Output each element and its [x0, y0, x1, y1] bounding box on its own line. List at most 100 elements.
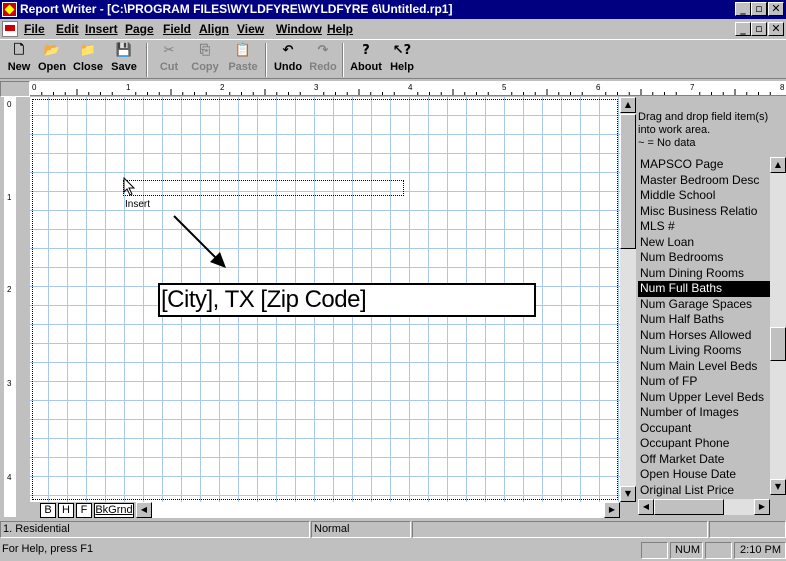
field-list-item[interactable]: Number of Images — [638, 405, 770, 421]
help-pointer-icon: ↖? — [392, 43, 412, 58]
open-button[interactable]: 📂 Open — [34, 42, 70, 78]
doc-close-button[interactable]: ✕ — [768, 22, 784, 36]
field-list-item[interactable]: MLS # — [638, 219, 770, 235]
scroll-down-icon[interactable]: ▼ — [620, 486, 636, 502]
toolbar-separator — [265, 43, 267, 77]
field-list-item[interactable]: Num Dining Rooms — [638, 266, 770, 282]
menu-field[interactable]: Field — [163, 22, 191, 36]
paste-button[interactable]: 📋 Paste — [224, 42, 262, 78]
vruler-mark-3: 3 — [7, 379, 12, 388]
minimize-button[interactable]: _ — [735, 2, 751, 16]
field-scroll-thumb[interactable] — [770, 327, 786, 361]
vertical-ruler-strip: 0 1 2 3 4 — [4, 97, 16, 517]
field-list-item[interactable]: Open House Date — [638, 467, 770, 483]
menu-file[interactable]: File — [24, 22, 45, 36]
menu-help[interactable]: Help — [327, 22, 353, 36]
insert-placeholder-box[interactable] — [123, 180, 404, 196]
ruler-mark-4: 4 — [408, 83, 413, 92]
save-button[interactable]: 💾 Save — [106, 42, 142, 78]
menu-bar: File Edit Insert Page Field Align View W… — [0, 19, 786, 39]
redo-icon: ↷ — [317, 43, 329, 58]
field-list-item[interactable]: Num Bedrooms — [638, 250, 770, 266]
field-list-item[interactable]: Master Bedroom Desc — [638, 173, 770, 189]
field-list-item[interactable]: Num Horses Allowed — [638, 328, 770, 344]
document-icon[interactable] — [2, 21, 18, 37]
ruler-mark-8: 8 — [780, 83, 785, 92]
ruler-mark-2: 2 — [220, 83, 225, 92]
field-list-item[interactable]: Num Living Rooms — [638, 343, 770, 359]
scroll-left-icon[interactable]: ◀ — [136, 502, 152, 518]
scroll-indicator — [705, 542, 732, 559]
field-list-item[interactable]: Num Half Baths — [638, 312, 770, 328]
about-button[interactable]: ? About — [347, 42, 385, 78]
field-list-item[interactable]: Misc Business Relatio — [638, 204, 770, 220]
field-panel-hint: Drag and drop field item(s) into work ar… — [638, 111, 784, 151]
field-list-item[interactable]: Num Full Baths — [638, 281, 770, 297]
field-scroll-left-icon[interactable]: ◀ — [638, 499, 654, 515]
status-pane-empty-2 — [709, 521, 786, 538]
layout-status-bar: 1. Residential Normal — [0, 521, 786, 539]
doc-restore-button[interactable]: ▫ — [751, 22, 767, 36]
field-list-item[interactable]: Occupant Phone — [638, 436, 770, 452]
menu-edit[interactable]: Edit — [56, 22, 79, 36]
scroll-right-icon[interactable]: ▶ — [604, 502, 620, 518]
field-scroll-right-icon[interactable]: ▶ — [754, 499, 770, 515]
ruler-mark-3: 3 — [314, 83, 319, 92]
field-hscroll-thumb[interactable] — [654, 499, 724, 515]
num-lock-indicator: NUM — [670, 542, 703, 559]
city-zip-field-box[interactable]: [City], TX [Zip Code] — [158, 283, 536, 317]
field-list-item[interactable]: Num Garage Spaces — [638, 297, 770, 313]
doc-minimize-button[interactable]: _ — [735, 22, 751, 36]
field-list[interactable]: MAPSCO Page Master Bedroom Desc Middle Sch… — [638, 157, 770, 497]
app-icon[interactable] — [2, 2, 17, 17]
ruler-mark-6: 6 — [596, 83, 601, 92]
close-doc-button[interactable]: 📁 Close — [70, 42, 106, 78]
field-list-item[interactable]: New Loan — [638, 235, 770, 251]
field-horizontal-scrollbar[interactable]: ◀ ▶ — [638, 499, 770, 515]
field-list-item[interactable]: Off Market Date — [638, 452, 770, 468]
close-button[interactable]: ✕ — [768, 2, 784, 16]
field-list-item[interactable]: MAPSCO Page — [638, 157, 770, 173]
menu-insert[interactable]: Insert — [85, 22, 118, 36]
save-icon: 💾 — [115, 43, 133, 58]
undo-icon: ↶ — [282, 43, 294, 58]
cursor-arrow-icon — [123, 177, 136, 196]
field-list-item[interactable]: Num of FP — [638, 374, 770, 390]
redo-button[interactable]: ↷ Redo — [306, 42, 340, 78]
tab-b[interactable]: B — [40, 503, 56, 518]
field-list-item[interactable]: Num Main Level Beds — [638, 359, 770, 375]
toolbar: 🗋 New 📂 Open 📁 Close 💾 Save ✂ Cut ⎘ Copy 📋 Past… — [0, 39, 786, 79]
field-scroll-down-icon[interactable]: ▼ — [770, 479, 786, 495]
canvas-vertical-scrollbar[interactable]: ▲ ▼ — [620, 97, 636, 502]
field-list-item[interactable]: Original List Price — [638, 483, 770, 498]
close-doc-icon: 📁 — [79, 43, 97, 58]
scroll-thumb[interactable] — [620, 114, 636, 249]
horizontal-scroll-track[interactable] — [152, 502, 604, 518]
field-list-scrollbar[interactable]: ▲ ▼ — [770, 157, 786, 495]
tab-h[interactable]: H — [58, 503, 74, 518]
field-list-item[interactable]: Occupant — [638, 421, 770, 437]
horizontal-ruler: 0 1 2 3 4 5 6 7 8 — [30, 81, 786, 96]
cut-button[interactable]: ✂ Cut — [152, 42, 186, 78]
tab-bkgrnd[interactable]: BkGrnd — [94, 503, 134, 518]
title-bar: Report Writer - [C:\PROGRAM FILES\WYLDFY… — [0, 0, 786, 19]
field-scroll-up-icon[interactable]: ▲ — [770, 157, 786, 173]
ruler-mark-0: 0 — [32, 83, 37, 92]
tab-f[interactable]: F — [76, 503, 92, 518]
cut-icon: ✂ — [163, 43, 175, 58]
menu-window[interactable]: Window — [276, 22, 322, 36]
maximize-button[interactable]: ▫ — [751, 2, 767, 16]
undo-button[interactable]: ↶ Undo — [271, 42, 305, 78]
menu-page[interactable]: Page — [125, 22, 154, 36]
copy-button[interactable]: ⎘ Copy — [186, 42, 224, 78]
new-button[interactable]: 🗋 New — [4, 42, 34, 78]
menu-align[interactable]: Align — [199, 22, 229, 36]
menu-view[interactable]: View — [237, 22, 264, 36]
scroll-up-icon[interactable]: ▲ — [620, 97, 636, 113]
field-list-item[interactable]: Middle School — [638, 188, 770, 204]
field-list-item[interactable]: Num Upper Level Beds — [638, 390, 770, 406]
insert-label: Insert — [125, 199, 151, 210]
report-work-area[interactable]: Insert [City], TX [Zip Code] — [30, 97, 620, 502]
help-button[interactable]: ↖? Help — [386, 42, 418, 78]
field-panel: Drag and drop field item(s) into work ar… — [636, 97, 786, 518]
